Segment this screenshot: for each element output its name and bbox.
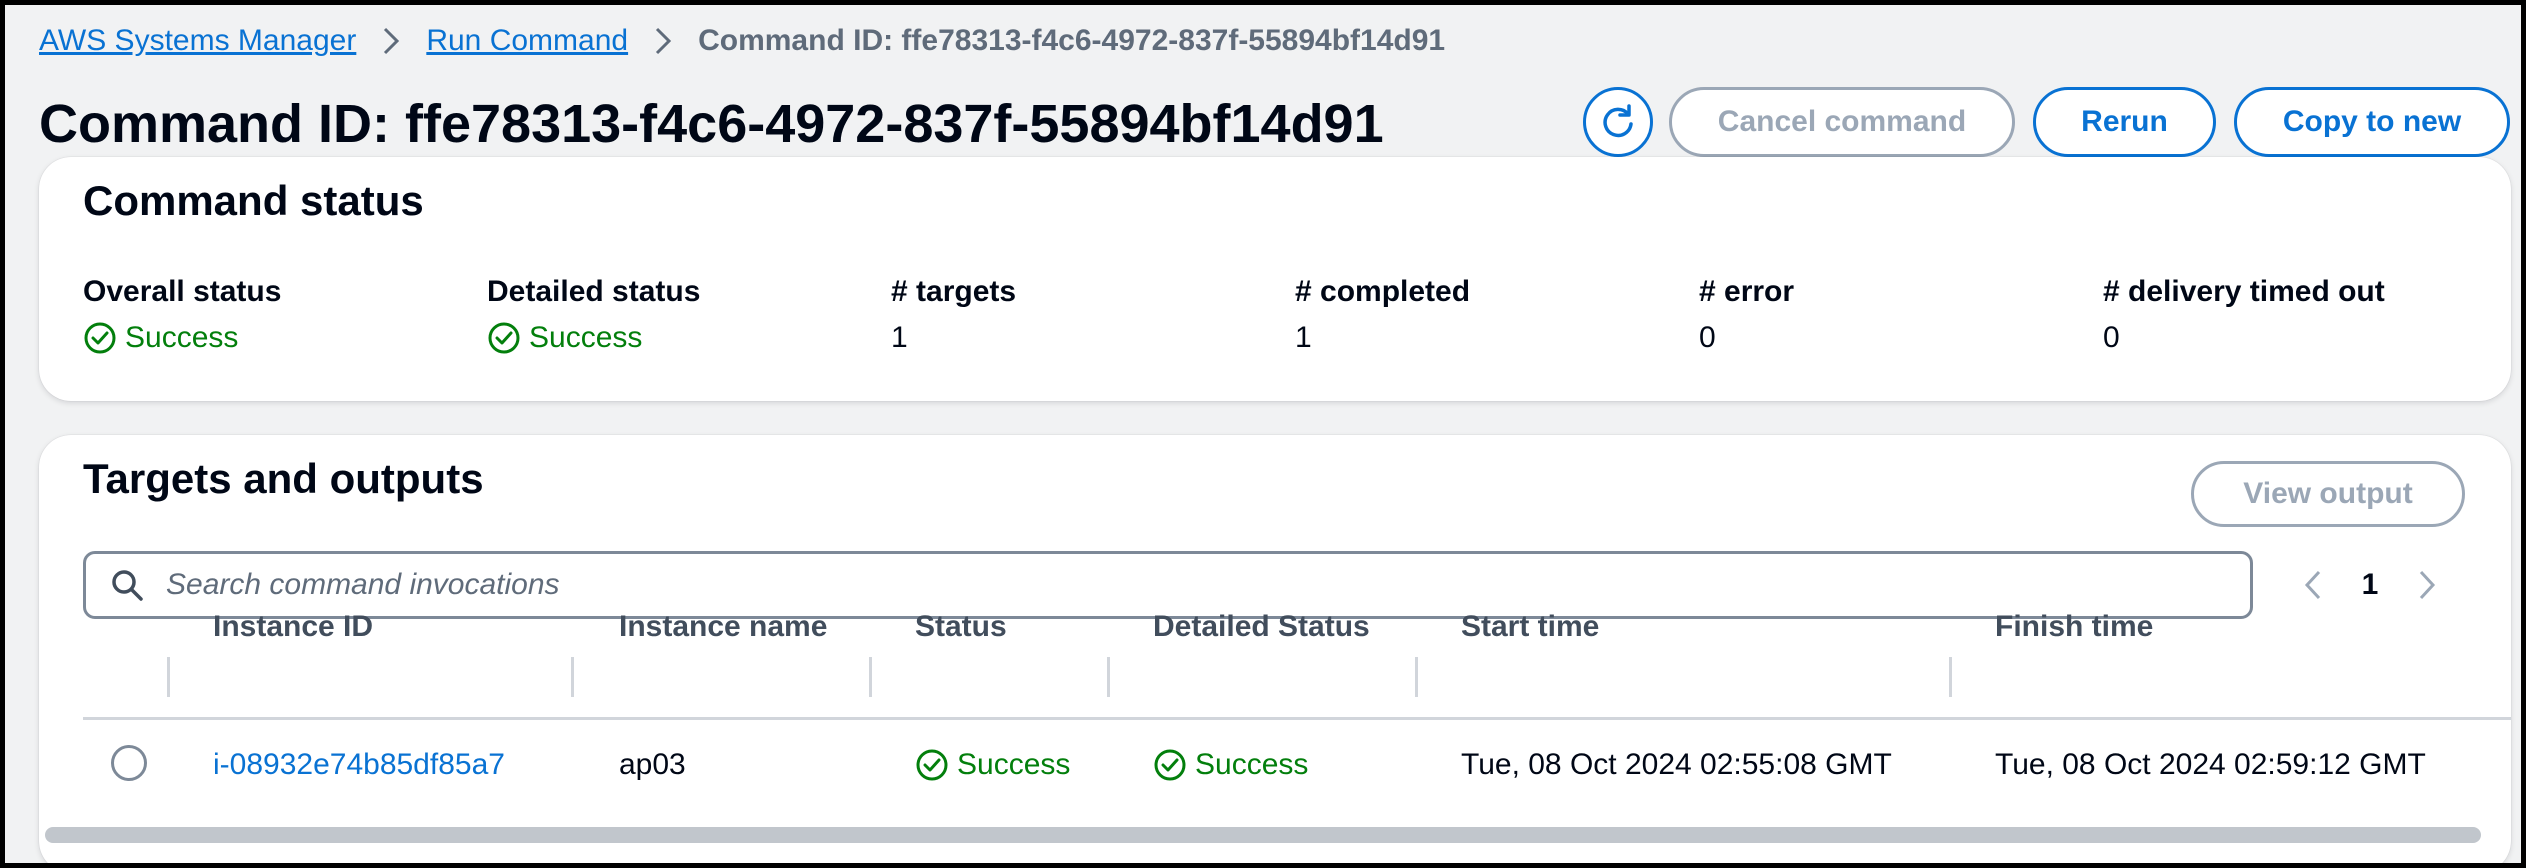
copy-to-new-button[interactable]: Copy to new: [2234, 87, 2510, 157]
column-divider: [1415, 657, 1418, 697]
column-divider: [1107, 657, 1110, 697]
instance-id-link[interactable]: i-08932e74b85df85a7: [213, 735, 505, 795]
targets-outputs-title: Targets and outputs: [83, 455, 484, 502]
rerun-button[interactable]: Rerun: [2033, 87, 2216, 157]
breadcrumb-link-systems-manager[interactable]: AWS Systems Manager: [39, 24, 356, 58]
stat-targets: # targets 1: [891, 275, 1016, 359]
command-status-title: Command status: [83, 177, 424, 224]
status-badge: Success: [83, 321, 238, 355]
stat-label: Overall status: [83, 275, 282, 308]
cancel-command-button[interactable]: Cancel command: [1669, 87, 2015, 157]
column-divider: [869, 657, 872, 697]
check-circle-icon: [1154, 749, 1186, 781]
detailed-status-text: Success: [1195, 748, 1309, 781]
stat-label: Detailed status: [487, 275, 701, 308]
chevron-right-icon: [356, 19, 426, 63]
stat-value: 0: [1699, 321, 1716, 354]
breadcrumb: AWS Systems Manager Run Command Command …: [39, 19, 1445, 63]
stat-detailed-status: Detailed status Success: [487, 275, 700, 359]
stat-delivery-timed-out: # delivery timed out 0: [2103, 275, 2385, 359]
search-icon: [112, 570, 143, 601]
refresh-icon: [1603, 104, 1633, 138]
column-header-detailed-status[interactable]: Detailed Status: [1153, 587, 1370, 667]
stat-value: 1: [891, 321, 908, 354]
pagination: 1: [2293, 551, 2447, 619]
start-time-cell: Tue, 08 Oct 2024 02:55:08 GMT: [1461, 748, 1892, 781]
chevron-right-icon: [628, 19, 698, 63]
targets-outputs-panel: Targets and outputs View output 1 Instan…: [39, 435, 2511, 863]
stat-value: 1: [1295, 321, 1312, 354]
previous-page-button[interactable]: [2293, 565, 2333, 605]
stat-label: # targets: [891, 275, 1017, 308]
stat-value: 0: [2103, 321, 2120, 354]
column-divider: [1949, 657, 1952, 697]
stat-value: Success: [125, 321, 239, 354]
stat-label: # delivery timed out: [2103, 275, 2385, 308]
check-circle-icon: [916, 749, 948, 781]
breadcrumb-link-run-command[interactable]: Run Command: [426, 24, 628, 58]
stat-label: # error: [1699, 275, 1795, 308]
finish-time-cell: Tue, 08 Oct 2024 02:59:12 GMT: [1995, 748, 2426, 781]
chevron-right-icon: [2419, 570, 2436, 600]
column-header-start-time[interactable]: Start time: [1461, 587, 1599, 667]
view-output-button[interactable]: View output: [2191, 461, 2465, 527]
check-circle-icon: [488, 322, 520, 354]
status-cell: Success: [915, 735, 1070, 795]
table-header-divider: [83, 717, 2511, 720]
status-badge: Success: [487, 321, 642, 355]
stat-error: # error 0: [1699, 275, 1794, 359]
column-header-status[interactable]: Status: [915, 587, 1007, 667]
command-status-panel: Command status Overall status Success De…: [39, 157, 2511, 401]
next-page-button[interactable]: [2407, 565, 2447, 605]
check-circle-icon: [84, 322, 116, 354]
row-select-radio[interactable]: [111, 745, 147, 781]
breadcrumb-current: Command ID: ffe78313-f4c6-4972-837f-5589…: [698, 24, 1446, 57]
status-badge: Success: [915, 748, 1070, 782]
stat-completed: # completed 1: [1295, 275, 1470, 359]
column-header-instance-id[interactable]: Instance ID: [213, 587, 373, 667]
page-frame: AWS Systems Manager Run Command Command …: [0, 0, 2526, 868]
stat-overall-status: Overall status Success: [83, 275, 281, 359]
status-text: Success: [957, 748, 1071, 781]
stat-label: # completed: [1295, 275, 1471, 308]
stat-value: Success: [529, 321, 643, 354]
detailed-status-cell: Success: [1153, 735, 1308, 795]
chevron-left-icon: [2304, 570, 2321, 600]
horizontal-scrollbar[interactable]: [45, 827, 2481, 843]
page-title: Command ID: ffe78313-f4c6-4972-837f-5589…: [39, 94, 1384, 154]
page-number[interactable]: 1: [2333, 568, 2407, 602]
instance-name-cell: ap03: [619, 748, 686, 781]
column-divider: [571, 657, 574, 697]
column-divider: [167, 657, 170, 697]
column-header-instance-name[interactable]: Instance name: [619, 587, 827, 667]
status-badge: Success: [1153, 748, 1308, 782]
column-header-finish-time[interactable]: Finish time: [1995, 587, 2153, 667]
refresh-button[interactable]: [1583, 87, 1653, 157]
